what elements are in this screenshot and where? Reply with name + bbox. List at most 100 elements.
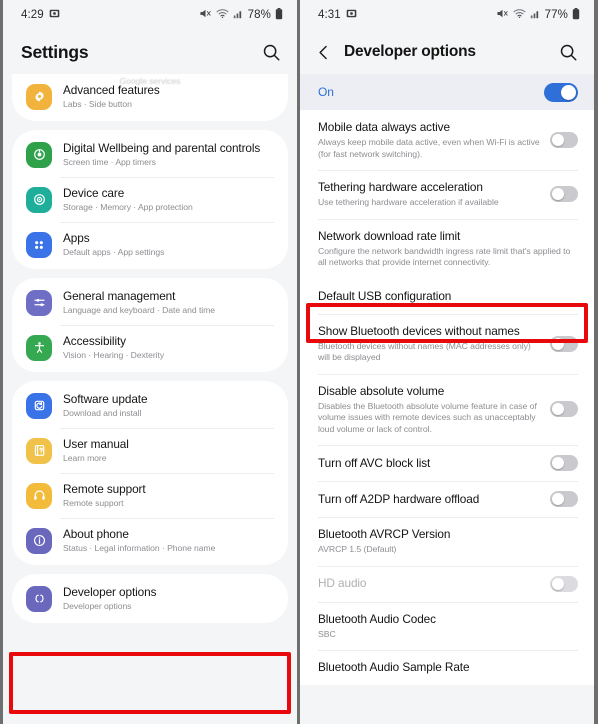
- dev-option-turn-off-avc-block-list[interactable]: Turn off AVC block list: [300, 445, 594, 481]
- settings-item-title: Device care: [63, 186, 125, 200]
- dev-option-subtitle: Use tethering hardware acceleration if a…: [318, 197, 499, 207]
- dev-option-bluetooth-audio-codec[interactable]: Bluetooth Audio Codec SBC: [300, 601, 594, 651]
- dev-option-mobile-data-always-active[interactable]: Mobile data always active Always keep mob…: [300, 110, 594, 170]
- settings-item-user-manual[interactable]: User manual Learn more: [12, 428, 288, 473]
- screenshot-icon: [49, 8, 60, 22]
- settings-item-digital-wellbeing-and-parental-controls[interactable]: Digital Wellbeing and parental controls S…: [12, 132, 288, 177]
- settings-item-title: Advanced features: [63, 83, 160, 97]
- settings-item-title: Software update: [63, 392, 148, 406]
- dev-option-title: Bluetooth AVRCP Version: [318, 527, 451, 541]
- settings-item-apps[interactable]: Apps Default apps · App settings: [12, 222, 288, 267]
- signal-icon: [233, 8, 244, 22]
- developer-options-list-scroll[interactable]: Mobile data always active Always keep mob…: [300, 110, 594, 724]
- settings-item-device-care[interactable]: Device care Storage · Memory · App protec…: [12, 177, 288, 222]
- settings-item-title: General management: [63, 289, 176, 303]
- dev-option-title: Turn off AVC block list: [318, 455, 431, 470]
- dev-option-disable-absolute-volume[interactable]: Disable absolute volume Disables the Blue…: [300, 373, 594, 446]
- dev-option-title: Bluetooth Audio Sample Rate: [318, 660, 470, 674]
- master-switch-toggle[interactable]: [544, 82, 578, 102]
- settings-group: Software update Download and install User …: [12, 381, 288, 565]
- dev-option-turn-off-a2dp-hardware-offload[interactable]: Turn off A2DP hardware offload: [300, 481, 594, 517]
- settings-item-advanced-features[interactable]: Advanced features Labs · Side button: [12, 74, 288, 119]
- search-icon[interactable]: [259, 40, 283, 64]
- settings-group: Digital Wellbeing and parental controls S…: [12, 130, 288, 269]
- dev-option-subtitle: SBC: [318, 628, 336, 639]
- dev-option-bluetooth-audio-sample-rate[interactable]: Bluetooth Audio Sample Rate: [300, 650, 594, 685]
- dev-option-title: Mobile data always active: [318, 120, 450, 134]
- apps-icon: [26, 231, 52, 258]
- dev-option-default-usb-configuration[interactable]: Default USB configuration: [300, 279, 594, 314]
- accessibility-icon: [26, 334, 52, 361]
- dual-screenshot-container: 4:29 78% Settings Google services Advanc…: [0, 0, 598, 724]
- settings-list-scroll[interactable]: Google services Advanced features Labs · …: [3, 74, 297, 724]
- settings-item-subtitle: Vision · Hearing · Dexterity: [63, 350, 165, 360]
- settings-item-title: Remote support: [63, 482, 146, 496]
- page-title: Developer options: [344, 43, 476, 60]
- dev-option-toggle[interactable]: [550, 575, 578, 592]
- settings-item-developer-options[interactable]: Developer options Developer options: [12, 576, 288, 621]
- dev-option-network-download-rate-limit[interactable]: Network download rate limit Configure the…: [300, 218, 594, 279]
- device-care-icon: [26, 186, 52, 213]
- settings-item-subtitle: Download and install: [63, 408, 142, 418]
- dev-option-toggle[interactable]: [550, 335, 578, 352]
- battery-icon: [572, 7, 580, 23]
- mute-icon: [199, 8, 212, 22]
- settings-item-about-phone[interactable]: About phone Status · Legal information · …: [12, 518, 288, 563]
- settings-item-subtitle: Learn more: [63, 453, 107, 463]
- settings-item-subtitle: Default apps · App settings: [63, 247, 165, 257]
- settings-item-subtitle: Storage · Memory · App protection: [63, 202, 193, 212]
- dev-option-title: HD audio: [318, 576, 367, 590]
- dev-option-toggle[interactable]: [550, 186, 578, 203]
- settings-item-remote-support[interactable]: Remote support Remote support: [12, 473, 288, 518]
- signal-icon: [530, 8, 541, 22]
- developer-options-screen: 4:31 77% Developer options On Mobile dat…: [300, 0, 594, 724]
- dev-option-title: Disable absolute volume: [318, 383, 445, 398]
- settings-item-general-management[interactable]: General management Language and keyboard …: [12, 280, 288, 325]
- developer-options-master-switch-row[interactable]: On: [300, 74, 594, 110]
- status-bar-right: 4:31 77%: [300, 0, 594, 30]
- settings-item-accessibility[interactable]: Accessibility Vision · Hearing · Dexterit…: [12, 325, 288, 370]
- dev-option-subtitle: Configure the network bandwidth ingress …: [318, 245, 571, 268]
- dev-option-tethering-hardware-acceleration[interactable]: Tethering hardware acceleration Use tethe…: [300, 170, 594, 219]
- dev-option-title: Default USB configuration: [318, 288, 452, 303]
- dev-option-hd-audio[interactable]: HD audio: [300, 565, 594, 602]
- settings-group: Developer options Developer options: [12, 574, 288, 623]
- wifi-icon: [216, 8, 229, 22]
- back-arrow-icon[interactable]: [312, 41, 334, 63]
- dev-option-toggle[interactable]: [550, 491, 578, 507]
- dev-option-toggle[interactable]: [550, 401, 578, 418]
- battery-percent: 77%: [544, 9, 568, 21]
- settings-item-subtitle: Developer options: [63, 601, 132, 611]
- settings-item-subtitle: Language and keyboard · Date and time: [63, 305, 215, 315]
- dev-option-toggle[interactable]: [550, 455, 578, 471]
- dev-option-title: Show Bluetooth devices without names: [318, 323, 520, 338]
- settings-group: General management Language and keyboard …: [12, 278, 288, 372]
- battery-icon: [275, 7, 283, 23]
- dev-option-subtitle: AVRCP 1.5 (Default): [318, 544, 397, 554]
- dev-option-show-bluetooth-devices-without-names[interactable]: Show Bluetooth devices without names Blue…: [300, 313, 594, 374]
- dev-option-toggle[interactable]: [550, 132, 578, 148]
- settings-header: Settings: [3, 30, 297, 74]
- settings-item-subtitle: Screen time · App timers: [63, 157, 156, 167]
- software-update-icon: [26, 392, 52, 419]
- settings-item-title: Developer options: [63, 585, 157, 599]
- dev-option-subtitle: Bluetooth devices without names (MAC add…: [318, 340, 531, 363]
- settings-item-title: Accessibility: [63, 334, 126, 348]
- dev-option-subtitle: Always keep mobile data active, even whe…: [318, 137, 540, 159]
- settings-group: Advanced features Labs · Side button: [12, 74, 288, 121]
- settings-item-subtitle: Remote support: [63, 498, 124, 508]
- dev-option-title: Turn off A2DP hardware offload: [318, 491, 480, 506]
- dev-option-title: Network download rate limit: [318, 228, 461, 243]
- dev-option-bluetooth-avrcp-version[interactable]: Bluetooth AVRCP Version AVRCP 1.5 (Defaul…: [300, 517, 594, 566]
- screenshot-icon: [346, 8, 357, 22]
- search-icon[interactable]: [556, 40, 580, 64]
- wifi-icon: [513, 8, 526, 22]
- dev-option-title: Bluetooth Audio Codec: [318, 611, 436, 626]
- page-title: Settings: [21, 41, 89, 62]
- general-management-icon: [26, 289, 52, 316]
- remote-support-icon: [26, 482, 52, 509]
- master-switch-label: On: [318, 85, 334, 99]
- settings-item-software-update[interactable]: Software update Download and install: [12, 383, 288, 428]
- dev-option-subtitle: Disables the Bluetooth absolute volume f…: [318, 400, 537, 434]
- settings-item-title: Apps: [63, 231, 90, 245]
